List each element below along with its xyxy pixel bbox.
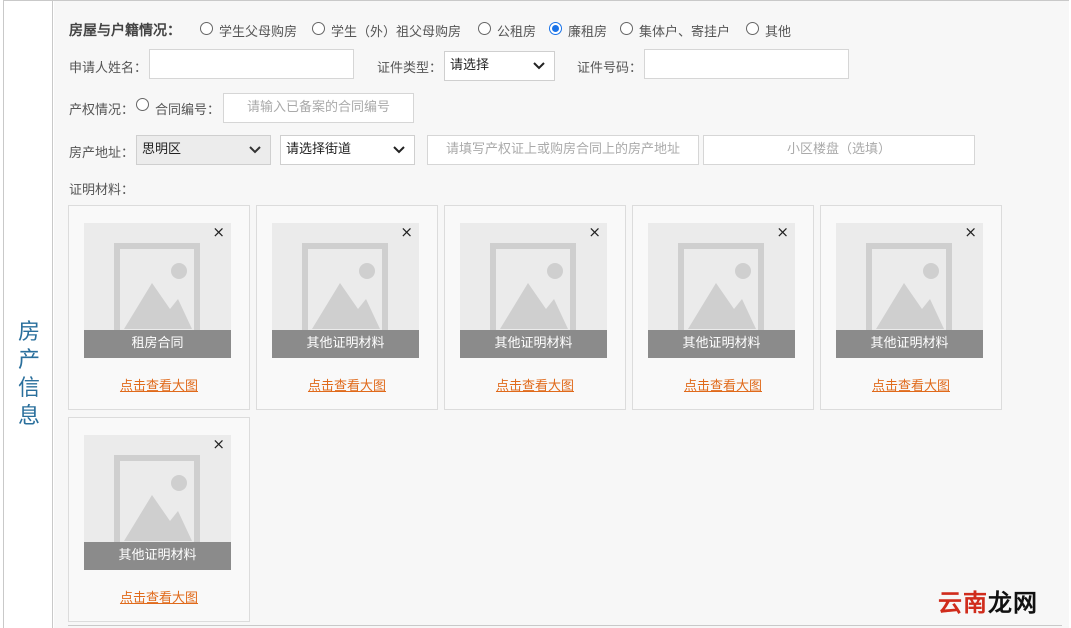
- close-icon[interactable]: ×: [588, 223, 601, 241]
- material-thumbnail[interactable]: × 其他证明材料: [648, 223, 795, 358]
- property-label: 产权情况：: [69, 103, 135, 118]
- material-thumbnail[interactable]: × 租房合同: [84, 223, 231, 358]
- view-large-image-link[interactable]: 点击查看大图: [821, 375, 1001, 394]
- cert-type-select[interactable]: 请选择: [444, 51, 555, 81]
- contract-number-input[interactable]: 请输入已备案的合同编号: [223, 93, 414, 123]
- image-placeholder-icon: [114, 243, 200, 339]
- form-content: 房屋与户籍情况： 学生父母购房 学生（外）祖父母购房 公租房 廉租房 集体户、寄…: [54, 1, 1069, 628]
- community-input[interactable]: 小区楼盘（选填）: [703, 135, 975, 165]
- address-label: 房产地址：: [69, 146, 135, 161]
- radio-housing-collective[interactable]: [620, 22, 633, 35]
- view-large-image-link[interactable]: 点击查看大图: [69, 587, 249, 606]
- cert-no-label: 证件号码：: [577, 61, 643, 76]
- material-thumbnail[interactable]: × 其他证明材料: [460, 223, 607, 358]
- radio-housing-parents[interactable]: [200, 22, 213, 35]
- cert-no-input[interactable]: [644, 49, 849, 79]
- applicant-name-label: 申请人姓名：: [69, 61, 148, 76]
- contract-option-label: 合同编号：: [155, 103, 221, 118]
- radio-contract-number[interactable]: [136, 98, 149, 111]
- material-card: × 其他证明材料点击查看大图: [632, 205, 814, 410]
- street-select[interactable]: 请选择街道: [280, 135, 415, 165]
- applicant-name-input[interactable]: [149, 49, 354, 79]
- material-caption: 租房合同: [84, 330, 231, 358]
- section-title: 房产信息: [17, 320, 40, 429]
- image-placeholder-icon: [866, 243, 952, 339]
- view-large-image-link[interactable]: 点击查看大图: [257, 375, 437, 394]
- section-header-column: 房产信息: [4, 1, 53, 628]
- view-large-image-link[interactable]: 点击查看大图: [69, 375, 249, 394]
- image-placeholder-icon: [678, 243, 764, 339]
- close-icon[interactable]: ×: [212, 435, 225, 453]
- district-value: 思明区: [142, 142, 182, 157]
- district-select[interactable]: 思明区: [136, 135, 271, 165]
- materials-label: 证明材料：: [69, 183, 135, 198]
- radio-housing-low-rent[interactable]: [549, 22, 562, 35]
- image-placeholder-icon: [302, 243, 388, 339]
- radio-label: 公租房: [497, 25, 537, 40]
- chevron-down-icon: [249, 146, 261, 154]
- watermark-part: 龙网: [988, 589, 1038, 617]
- material-card: × 其他证明材料点击查看大图: [820, 205, 1002, 410]
- view-large-image-link[interactable]: 点击查看大图: [445, 375, 625, 394]
- cert-type-label: 证件类型：: [377, 61, 443, 76]
- material-thumbnail[interactable]: × 其他证明材料: [272, 223, 419, 358]
- material-caption: 其他证明材料: [836, 330, 983, 358]
- close-icon[interactable]: ×: [964, 223, 977, 241]
- address-input[interactable]: 请填写产权证上或购房合同上的房产地址: [427, 135, 699, 165]
- material-caption: 其他证明材料: [460, 330, 607, 358]
- street-value: 请选择街道: [286, 142, 352, 157]
- close-icon[interactable]: ×: [400, 223, 413, 241]
- material-caption: 其他证明材料: [272, 330, 419, 358]
- close-icon[interactable]: ×: [212, 223, 225, 241]
- radio-housing-other[interactable]: [746, 22, 759, 35]
- cert-type-value: 请选择: [450, 58, 490, 73]
- image-placeholder-icon: [490, 243, 576, 339]
- image-placeholder-icon: [114, 455, 200, 551]
- material-caption: 其他证明材料: [84, 542, 231, 570]
- close-icon[interactable]: ×: [776, 223, 789, 241]
- material-thumbnail[interactable]: × 其他证明材料: [84, 435, 231, 570]
- radio-label: 集体户、寄挂户: [639, 25, 731, 40]
- chevron-down-icon: [393, 146, 405, 154]
- material-thumbnail[interactable]: × 其他证明材料: [836, 223, 983, 358]
- radio-label: 其他: [765, 25, 792, 40]
- radio-housing-grandparents[interactable]: [312, 22, 325, 35]
- chevron-down-icon: [533, 62, 545, 70]
- radio-label: 廉租房: [568, 25, 608, 40]
- view-large-image-link[interactable]: 点击查看大图: [633, 375, 813, 394]
- radio-label: 学生（外）祖父母购房: [331, 25, 462, 40]
- form-frame: 房产信息 房屋与户籍情况： 学生父母购房 学生（外）祖父母购房 公租房 廉租房 …: [3, 0, 1069, 628]
- material-caption: 其他证明材料: [648, 330, 795, 358]
- radio-label: 学生父母购房: [219, 25, 298, 40]
- material-card: × 其他证明材料点击查看大图: [256, 205, 438, 410]
- material-card: × 其他证明材料点击查看大图: [444, 205, 626, 410]
- watermark-part: 云南: [938, 589, 988, 617]
- radio-housing-public-rental[interactable]: [478, 22, 491, 35]
- divider: [68, 625, 1062, 626]
- watermark-logo: 云南龙网: [938, 583, 1038, 618]
- material-card: × 租房合同点击查看大图: [68, 205, 250, 410]
- material-card: × 其他证明材料点击查看大图: [68, 417, 250, 622]
- housing-label: 房屋与户籍情况：: [69, 23, 181, 39]
